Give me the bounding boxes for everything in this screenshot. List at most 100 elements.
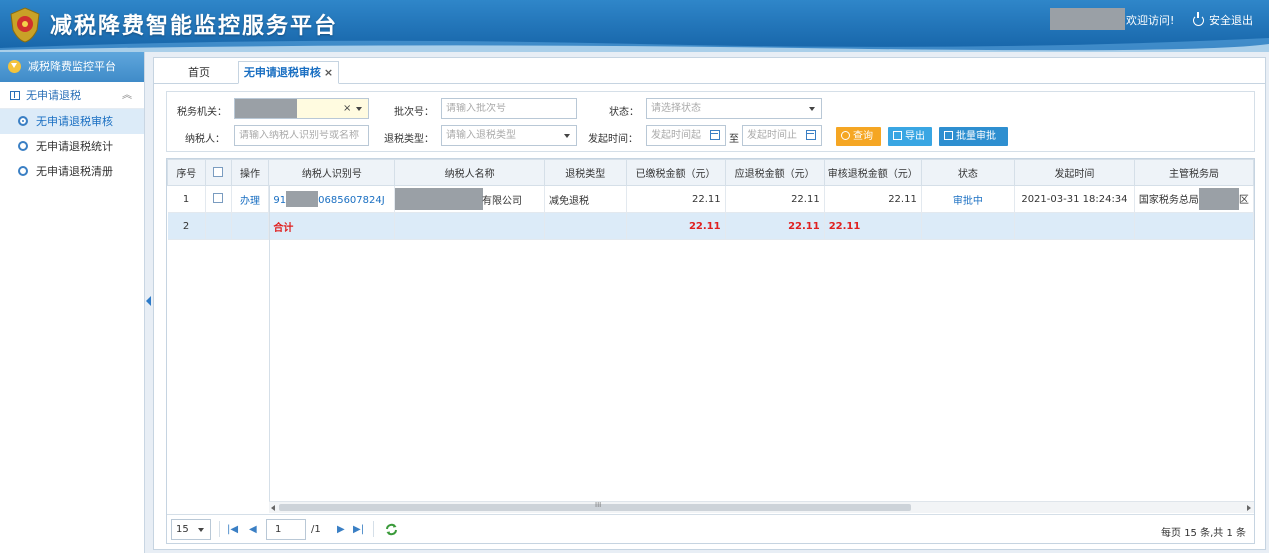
batch-input[interactable] <box>446 103 576 114</box>
horizontal-scrollbar[interactable]: III <box>269 501 1254 513</box>
frozen-column-divider <box>269 185 270 501</box>
export-label: 导出 <box>905 131 925 142</box>
cell-status <box>921 212 1015 240</box>
row-checkbox[interactable] <box>213 193 224 203</box>
circle-arrow-icon <box>18 141 28 151</box>
col-header-taxpayer-id[interactable]: 纳税人识别号 <box>268 159 396 186</box>
page-size-value: 15 <box>176 524 189 535</box>
batch-approve-button[interactable]: 批量审批 <box>939 127 1008 146</box>
cell-action <box>231 212 270 240</box>
status-placeholder: 请选择状态 <box>651 103 701 114</box>
data-grid: 序号 操作 纳税人识别号 纳税人名称 退税类型 已缴税金额（元） 应退税金额（元… <box>166 158 1255 544</box>
calendar-icon <box>806 130 816 140</box>
tab-home[interactable]: 首页 <box>162 61 236 84</box>
page-size-select[interactable]: 15 <box>171 519 211 540</box>
taxpayer-input[interactable] <box>239 130 368 141</box>
cell-total-paid: 22.11 <box>626 212 726 240</box>
next-page-icon[interactable]: ▶ <box>337 524 345 535</box>
tax-office-select[interactable]: × <box>234 98 369 119</box>
sidebar-item-label: 无申请退税审核 <box>36 115 113 128</box>
cell-refund-amount: 22.11 <box>725 185 825 213</box>
cell-total-approved: 22.11 <box>824 212 922 240</box>
col-header-refund-amount[interactable]: 应退税金额（元） <box>724 159 825 186</box>
taxpayer-id-prefix: 91 <box>273 195 287 206</box>
batch-approve-label: 批量审批 <box>956 131 996 142</box>
cell-time: 2021-03-31 18:24:34 <box>1014 185 1135 213</box>
tab-bar: 首页 无申请退税审核 × <box>154 58 1265 84</box>
col-header-office[interactable]: 主管税务局 <box>1133 159 1254 186</box>
scroll-right-icon[interactable] <box>1247 505 1251 511</box>
scroll-left-icon[interactable] <box>271 505 275 511</box>
pagination-bar: 15 |◀ ◀ 1 /1 ▶ ▶| 每页 15 条,共 1 条 <box>167 514 1254 543</box>
tax-emblem-icon <box>10 7 40 43</box>
scrollbar-thumb[interactable]: III <box>279 501 911 511</box>
page-summary: 每页 15 条,共 1 条 <box>1161 528 1246 539</box>
table-row-total[interactable]: 2 合计 22.11 22.11 22.11 <box>167 212 1254 240</box>
col-header-paid-amount[interactable]: 已缴税金额（元） <box>625 159 726 186</box>
col-header-approved-amount[interactable]: 审核退税金额（元） <box>823 159 922 186</box>
sidebar-group-label: 无申请退税 <box>26 89 81 102</box>
circle-arrow-icon <box>18 166 28 176</box>
batch-label: 批次号： <box>394 107 434 118</box>
sidebar-item-label: 无申请退税统计 <box>36 140 113 153</box>
office-redacted <box>1198 188 1239 210</box>
cell-total-label: 合计 <box>268 212 396 240</box>
sidebar-item-review[interactable]: 无申请退税审核 <box>0 109 144 134</box>
col-header-refund-type[interactable]: 退税类型 <box>544 159 627 186</box>
tab-refund-review[interactable]: 无申请退税审核 × <box>238 61 339 84</box>
date-to-picker[interactable]: 发起时间止 <box>742 125 822 146</box>
clear-icon[interactable]: × <box>343 99 351 118</box>
col-header-taxpayer-name[interactable]: 纳税人名称 <box>394 159 546 186</box>
prev-page-icon[interactable]: ◀ <box>249 524 257 535</box>
export-icon <box>893 131 902 140</box>
taxpayer-name-redacted <box>395 188 484 210</box>
col-header-status[interactable]: 状态 <box>920 159 1015 186</box>
chevron-down-icon <box>198 528 204 532</box>
handle-link[interactable]: 办理 <box>231 185 270 213</box>
table-row[interactable]: 1 办理 91 0685607824J 有限公司 减免退税 22.11 22.11… <box>167 185 1254 213</box>
sidebar-platform-label: 减税降费监控平台 <box>28 60 116 73</box>
status-label: 状态： <box>609 107 639 118</box>
date-from-picker[interactable]: 发起时间起 <box>646 125 726 146</box>
first-page-icon[interactable]: |◀ <box>227 524 238 535</box>
office-prefix: 国家税务总局 <box>1138 195 1199 206</box>
taxpayer-id-redacted <box>286 191 319 207</box>
logout-label: 安全退出 <box>1209 14 1253 27</box>
filter-panel: 税务机关： × 批次号： 状态： 请选择状态 纳税人： 退税类型： 请输入退税类… <box>166 91 1255 152</box>
date-label: 发起时间： <box>588 134 638 145</box>
cell-paid-amount: 22.11 <box>626 185 726 213</box>
cell-status[interactable]: 审批中 <box>921 185 1015 213</box>
date-to-placeholder: 发起时间止 <box>747 130 797 141</box>
cell-taxpayer-id[interactable]: 91 0685607824J <box>268 185 396 213</box>
logout-button[interactable]: 安全退出 <box>1193 12 1253 28</box>
export-button[interactable]: 导出 <box>888 127 932 146</box>
cell-refund-type <box>544 212 627 240</box>
cell-office: 国家税务总局 区 <box>1134 185 1254 213</box>
sidebar-group-no-apply-refund[interactable]: 无申请退税 ︽ <box>0 82 144 109</box>
date-from-placeholder: 发起时间起 <box>651 130 701 141</box>
sidebar-item-statistics[interactable]: 无申请退税统计 <box>0 134 144 159</box>
current-page-input[interactable]: 1 <box>266 519 306 540</box>
cell-taxpayer-name: 有限公司 <box>394 185 546 213</box>
chevron-up-double-icon: ︽ <box>122 90 132 101</box>
refund-type-label: 退税类型： <box>384 134 434 145</box>
document-icon <box>944 131 953 140</box>
status-select[interactable]: 请选择状态 <box>646 98 822 119</box>
sidebar-item-list[interactable]: 无申请退税清册 <box>0 159 144 184</box>
refresh-icon[interactable] <box>385 523 398 536</box>
app-header: 减税降费智能监控服务平台 欢迎访问! 安全退出 <box>0 0 1269 52</box>
refund-type-placeholder: 请输入退税类型 <box>446 130 516 141</box>
office-suffix: 区 <box>1238 195 1249 206</box>
refund-type-select[interactable]: 请输入退税类型 <box>441 125 577 146</box>
col-header-time[interactable]: 发起时间 <box>1013 159 1135 186</box>
user-name-redacted <box>1050 8 1125 30</box>
close-icon[interactable]: × <box>324 66 333 79</box>
select-all-checkbox[interactable] <box>213 166 224 177</box>
scrollbar-grip: III <box>595 501 602 509</box>
pager-separator <box>219 521 220 537</box>
last-page-icon[interactable]: ▶| <box>353 524 364 535</box>
sidebar-collapse-icon[interactable] <box>146 296 151 306</box>
sidebar-platform-header[interactable]: 减税降费监控平台 <box>0 52 144 82</box>
cell-total-refund: 22.11 <box>725 212 825 240</box>
query-button[interactable]: 查询 <box>836 127 881 146</box>
